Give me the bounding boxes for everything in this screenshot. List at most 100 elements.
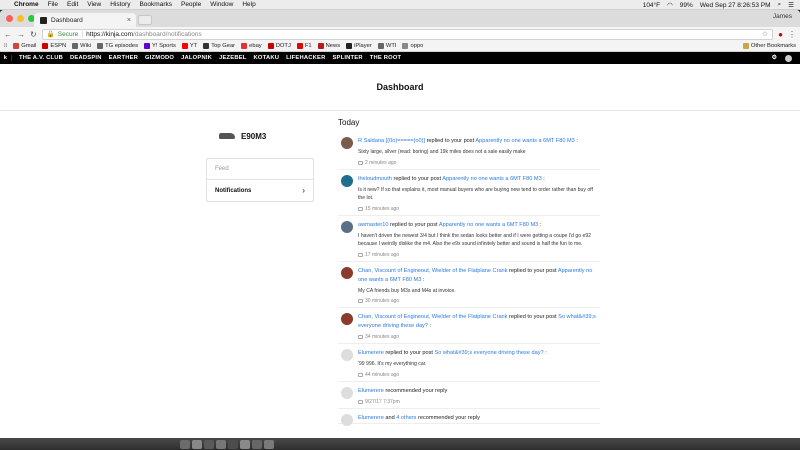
new-tab-button[interactable]: [138, 15, 152, 25]
battery-status[interactable]: 99%: [680, 2, 693, 9]
user-link[interactable]: Chan, Viscount of Engineout, Wielder of …: [358, 268, 507, 274]
gear-icon[interactable]: ⚙: [772, 55, 777, 61]
profile-button[interactable]: James: [773, 13, 792, 20]
user-avatar[interactable]: [341, 349, 353, 361]
post-link[interactable]: 4 others: [396, 415, 416, 421]
menu-list-icon[interactable]: ☰: [788, 1, 794, 9]
menu-item-feed[interactable]: Feed: [207, 159, 313, 179]
dock-app-icon[interactable]: [264, 439, 274, 449]
close-window-button[interactable]: [6, 15, 13, 22]
dock-app-icon[interactable]: [228, 439, 238, 449]
menu-people[interactable]: People: [181, 1, 201, 8]
site-link[interactable]: DEADSPIN: [70, 55, 102, 61]
dock-app-icon[interactable]: [240, 439, 250, 449]
post-link[interactable]: Apparently no one wants a 6MT F80 M3: [439, 222, 538, 228]
dock-app-icon[interactable]: [192, 439, 202, 449]
menu-app[interactable]: Chrome: [14, 1, 39, 8]
search-icon[interactable]: ⌕: [778, 1, 782, 9]
menu-bookmarks[interactable]: Bookmarks: [139, 1, 172, 8]
site-link[interactable]: KOTAKU: [254, 55, 280, 61]
timestamp[interactable]: 17 minutes ago: [358, 252, 600, 261]
close-tab-icon[interactable]: ×: [127, 17, 131, 24]
bookmark-item[interactable]: TG episodes: [97, 43, 138, 49]
browser-tab[interactable]: Dashboard ×: [34, 13, 136, 27]
bookmark-item[interactable]: ESPN: [42, 43, 66, 49]
chrome-menu-icon[interactable]: ⋮: [788, 30, 796, 39]
timestamp[interactable]: 9/27/17 7:37pm: [358, 399, 600, 408]
menu-item-notifications[interactable]: Notifications ›: [207, 179, 313, 201]
bookmark-item[interactable]: oppo: [402, 43, 423, 49]
timestamp[interactable]: 30 minutes ago: [358, 298, 600, 307]
user-avatar[interactable]: [341, 220, 353, 233]
site-link[interactable]: THE A.V. CLUB: [19, 55, 63, 61]
notification-item[interactable]: R Saldana [(0o)=====(o0)] replied to you…: [338, 132, 600, 170]
extension-icon[interactable]: ●: [778, 30, 783, 39]
notification-item[interactable]: Elumerere replied to your post So what&#…: [338, 344, 600, 382]
other-bookmarks[interactable]: Other Bookmarks: [742, 43, 796, 49]
user-link[interactable]: Chan, Viscount of Engineout, Wielder of …: [358, 314, 507, 320]
timestamp[interactable]: 2 minutes ago: [358, 160, 600, 169]
site-link[interactable]: JALOPNIK: [181, 55, 212, 61]
bookmark-item[interactable]: WTI: [377, 43, 396, 49]
post-link[interactable]: Apparently no one wants a 6MT F80 M3: [475, 138, 574, 144]
user-avatar[interactable]: [341, 386, 353, 399]
back-icon[interactable]: ←: [4, 30, 12, 39]
bookmark-item[interactable]: iPlayer: [346, 43, 372, 49]
timestamp[interactable]: 34 minutes ago: [358, 334, 600, 343]
site-link[interactable]: SPLINTER: [332, 55, 362, 61]
user-avatar[interactable]: [341, 174, 353, 187]
timestamp[interactable]: 44 minutes ago: [358, 372, 600, 381]
menu-edit[interactable]: Edit: [67, 1, 78, 8]
address-bar[interactable]: 🔒 Secure | https://kinja.com/dashboard/n…: [41, 28, 774, 40]
kinja-logo-icon[interactable]: k: [0, 55, 12, 61]
apps-icon[interactable]: ⁞⁞: [4, 43, 7, 49]
site-link[interactable]: EARTHER: [109, 55, 138, 61]
notification-item[interactable]: Elumerere recommended your reply 9/27/17 …: [338, 382, 600, 409]
user-link[interactable]: Elumerere: [358, 388, 384, 394]
post-link[interactable]: So what&#39;s everyone driving these day…: [435, 350, 544, 356]
bookmark-item[interactable]: News: [317, 43, 340, 49]
clock[interactable]: Wed Sep 27 8:26:53 PM: [700, 2, 771, 9]
notification-item[interactable]: Chan, Viscount of Engineout, Wielder of …: [338, 308, 600, 344]
bookmark-item[interactable]: ebay: [241, 43, 262, 49]
timestamp[interactable]: 15 minutes ago: [358, 206, 600, 215]
user-avatar[interactable]: [341, 266, 353, 279]
site-link[interactable]: THE ROOT: [370, 55, 402, 61]
user-avatar[interactable]: [341, 137, 353, 149]
site-link[interactable]: GIZMODO: [145, 55, 174, 61]
wifi-icon[interactable]: ◠: [667, 1, 673, 9]
bookmark-item[interactable]: F1: [296, 43, 312, 49]
menu-history[interactable]: History: [110, 1, 130, 8]
dock-app-icon[interactable]: [252, 439, 262, 449]
minimize-window-button[interactable]: [17, 15, 24, 22]
temperature-status[interactable]: 104°F: [643, 2, 660, 9]
menu-window[interactable]: Window: [210, 1, 233, 8]
notification-item[interactable]: theloudmouth replied to your post Appare…: [338, 170, 600, 216]
user-link[interactable]: R Saldana [(0o)=====(o0)]: [358, 138, 425, 144]
bookmark-item[interactable]: YT: [181, 43, 197, 49]
avatar[interactable]: [785, 54, 792, 62]
user-link[interactable]: theloudmouth: [358, 176, 392, 182]
site-link[interactable]: JEZEBEL: [219, 55, 247, 61]
menu-view[interactable]: View: [87, 1, 101, 8]
forward-icon[interactable]: →: [17, 30, 25, 39]
user-link[interactable]: Elumerere: [358, 350, 384, 356]
user-profile[interactable]: E90M3: [206, 118, 314, 154]
notification-item[interactable]: Elumerere and 4 others recommended your …: [338, 409, 600, 426]
menu-help[interactable]: Help: [242, 1, 255, 8]
bookmark-item[interactable]: Gmail: [13, 43, 36, 49]
bookmark-item[interactable]: Top Gear: [203, 43, 235, 49]
menu-file[interactable]: File: [48, 1, 58, 8]
post-link[interactable]: Apparently no one wants a 6MT F80 M3: [442, 176, 541, 182]
user-link[interactable]: Elumerere: [358, 415, 384, 421]
dock-app-icon[interactable]: [180, 439, 190, 449]
bookmark-item[interactable]: Y! Sports: [144, 43, 176, 49]
bookmark-star-icon[interactable]: ☆: [762, 30, 768, 38]
dock-app-icon[interactable]: [216, 439, 226, 449]
reload-icon[interactable]: ↻: [30, 30, 37, 39]
user-link[interactable]: awmaster10: [358, 222, 388, 228]
notification-item[interactable]: Chan, Viscount of Engineout, Wielder of …: [338, 262, 600, 308]
bookmark-item[interactable]: DOTJ: [267, 43, 291, 49]
site-link[interactable]: LIFEHACKER: [286, 55, 325, 61]
dock-app-icon[interactable]: [204, 439, 214, 449]
